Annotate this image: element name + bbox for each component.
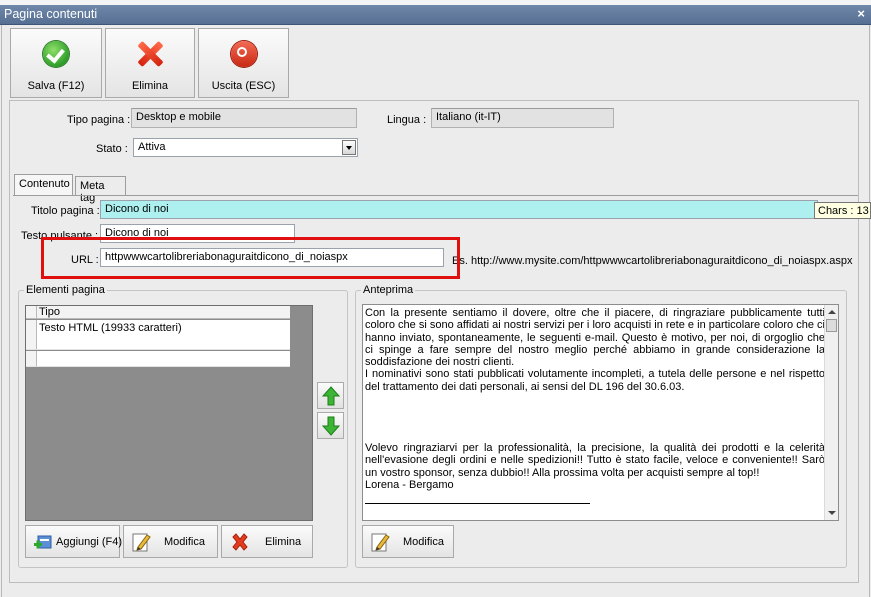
preview-area[interactable]: Con la presente sentiamo il dovere, oltr… [362, 304, 839, 521]
chevron-down-icon[interactable] [342, 140, 356, 155]
page-type-label: Tipo pagina : [67, 114, 131, 126]
pencil-icon [371, 533, 390, 552]
url-highlight-box [41, 237, 460, 279]
elements-grid[interactable]: Tipo Testo HTML (19933 caratteri) [25, 305, 313, 521]
row-header[interactable] [26, 320, 37, 349]
delete-element-button[interactable]: Elimina [221, 525, 313, 558]
table-row[interactable]: Testo HTML (19933 caratteri) [26, 320, 290, 350]
close-icon[interactable]: × [857, 6, 865, 21]
page-title-label: Titolo pagina : [31, 205, 100, 217]
scroll-up-icon[interactable] [828, 310, 836, 314]
status-select-value: Attiva [138, 141, 166, 153]
arrow-up-icon [322, 386, 340, 406]
move-up-button[interactable] [317, 382, 344, 409]
language-field: Italiano (it-IT) [431, 108, 614, 128]
edit-preview-button[interactable]: Modifica [362, 525, 454, 558]
chars-tooltip: Chars : 13 [814, 202, 871, 219]
add-icon [34, 535, 52, 549]
check-icon [43, 41, 69, 67]
x-icon [137, 41, 163, 67]
title-bar: Pagina contenuti × [0, 5, 871, 25]
status-label: Stato : [96, 143, 128, 155]
preview-divider [365, 503, 590, 505]
x-icon [232, 533, 248, 551]
pencil-icon [132, 533, 151, 552]
page-elements-title: Elementi pagina [24, 284, 107, 296]
grid-header: Tipo [26, 306, 290, 319]
url-example: Es. http://www.mysite.com/httpwwwcartoli… [452, 255, 853, 267]
scroll-thumb[interactable] [826, 319, 837, 332]
edit-preview-label: Modifica [403, 536, 444, 548]
delete-button-label: Elimina [131, 80, 169, 92]
background-window-title: T [1, 0, 7, 3]
delete-element-label: Elimina [265, 536, 302, 548]
preview-scrollbar[interactable] [824, 305, 838, 520]
exit-button[interactable]: Uscita (ESC) [198, 28, 289, 98]
preview-paragraph: Lorena - Bergamo [365, 478, 454, 491]
preview-paragraph: Con la presente sentiamo il dovere, oltr… [365, 307, 825, 369]
delete-button[interactable]: Elimina [105, 28, 195, 98]
tab-meta-tag[interactable]: Meta tag [75, 176, 126, 204]
exit-icon [230, 41, 257, 67]
scroll-down-icon[interactable] [828, 511, 836, 515]
edit-element-label: Modifica [164, 536, 205, 548]
tab-contenuto[interactable]: Contenuto [14, 174, 73, 196]
add-element-button[interactable]: Aggiungi (F4) [25, 525, 123, 558]
row-header[interactable] [26, 351, 37, 366]
arrow-down-icon [322, 416, 340, 436]
add-element-label: Aggiungi (F4) [56, 536, 123, 548]
status-select[interactable]: Attiva [133, 138, 358, 157]
grid-header-corner [26, 306, 37, 319]
move-down-button[interactable] [317, 412, 344, 439]
window-title: Pagina contenuti [4, 7, 98, 21]
language-label: Lingua : [387, 114, 427, 126]
edit-element-button[interactable]: Modifica [123, 525, 218, 558]
preview-paragraph: Volevo ringraziarvi per la professionali… [365, 442, 825, 479]
table-cell: Testo HTML (19933 caratteri) [39, 322, 182, 334]
page-type-field: Desktop e mobile [131, 108, 357, 128]
preview-paragraph: I nominativi sono stati pubblicati volut… [365, 368, 825, 393]
preview-text: Con la presente sentiamo il dovere, oltr… [365, 307, 825, 505]
exit-button-label: Uscita (ESC) [211, 80, 276, 92]
page-title-input[interactable]: Dicono di noi [100, 200, 818, 219]
save-button[interactable]: Salva (F12) [10, 28, 102, 98]
table-row[interactable] [26, 351, 290, 367]
tab-divider [13, 195, 858, 196]
column-tipo[interactable]: Tipo [39, 306, 60, 318]
save-button-label: Salva (F12) [27, 80, 85, 92]
preview-title: Anteprima [361, 284, 416, 296]
